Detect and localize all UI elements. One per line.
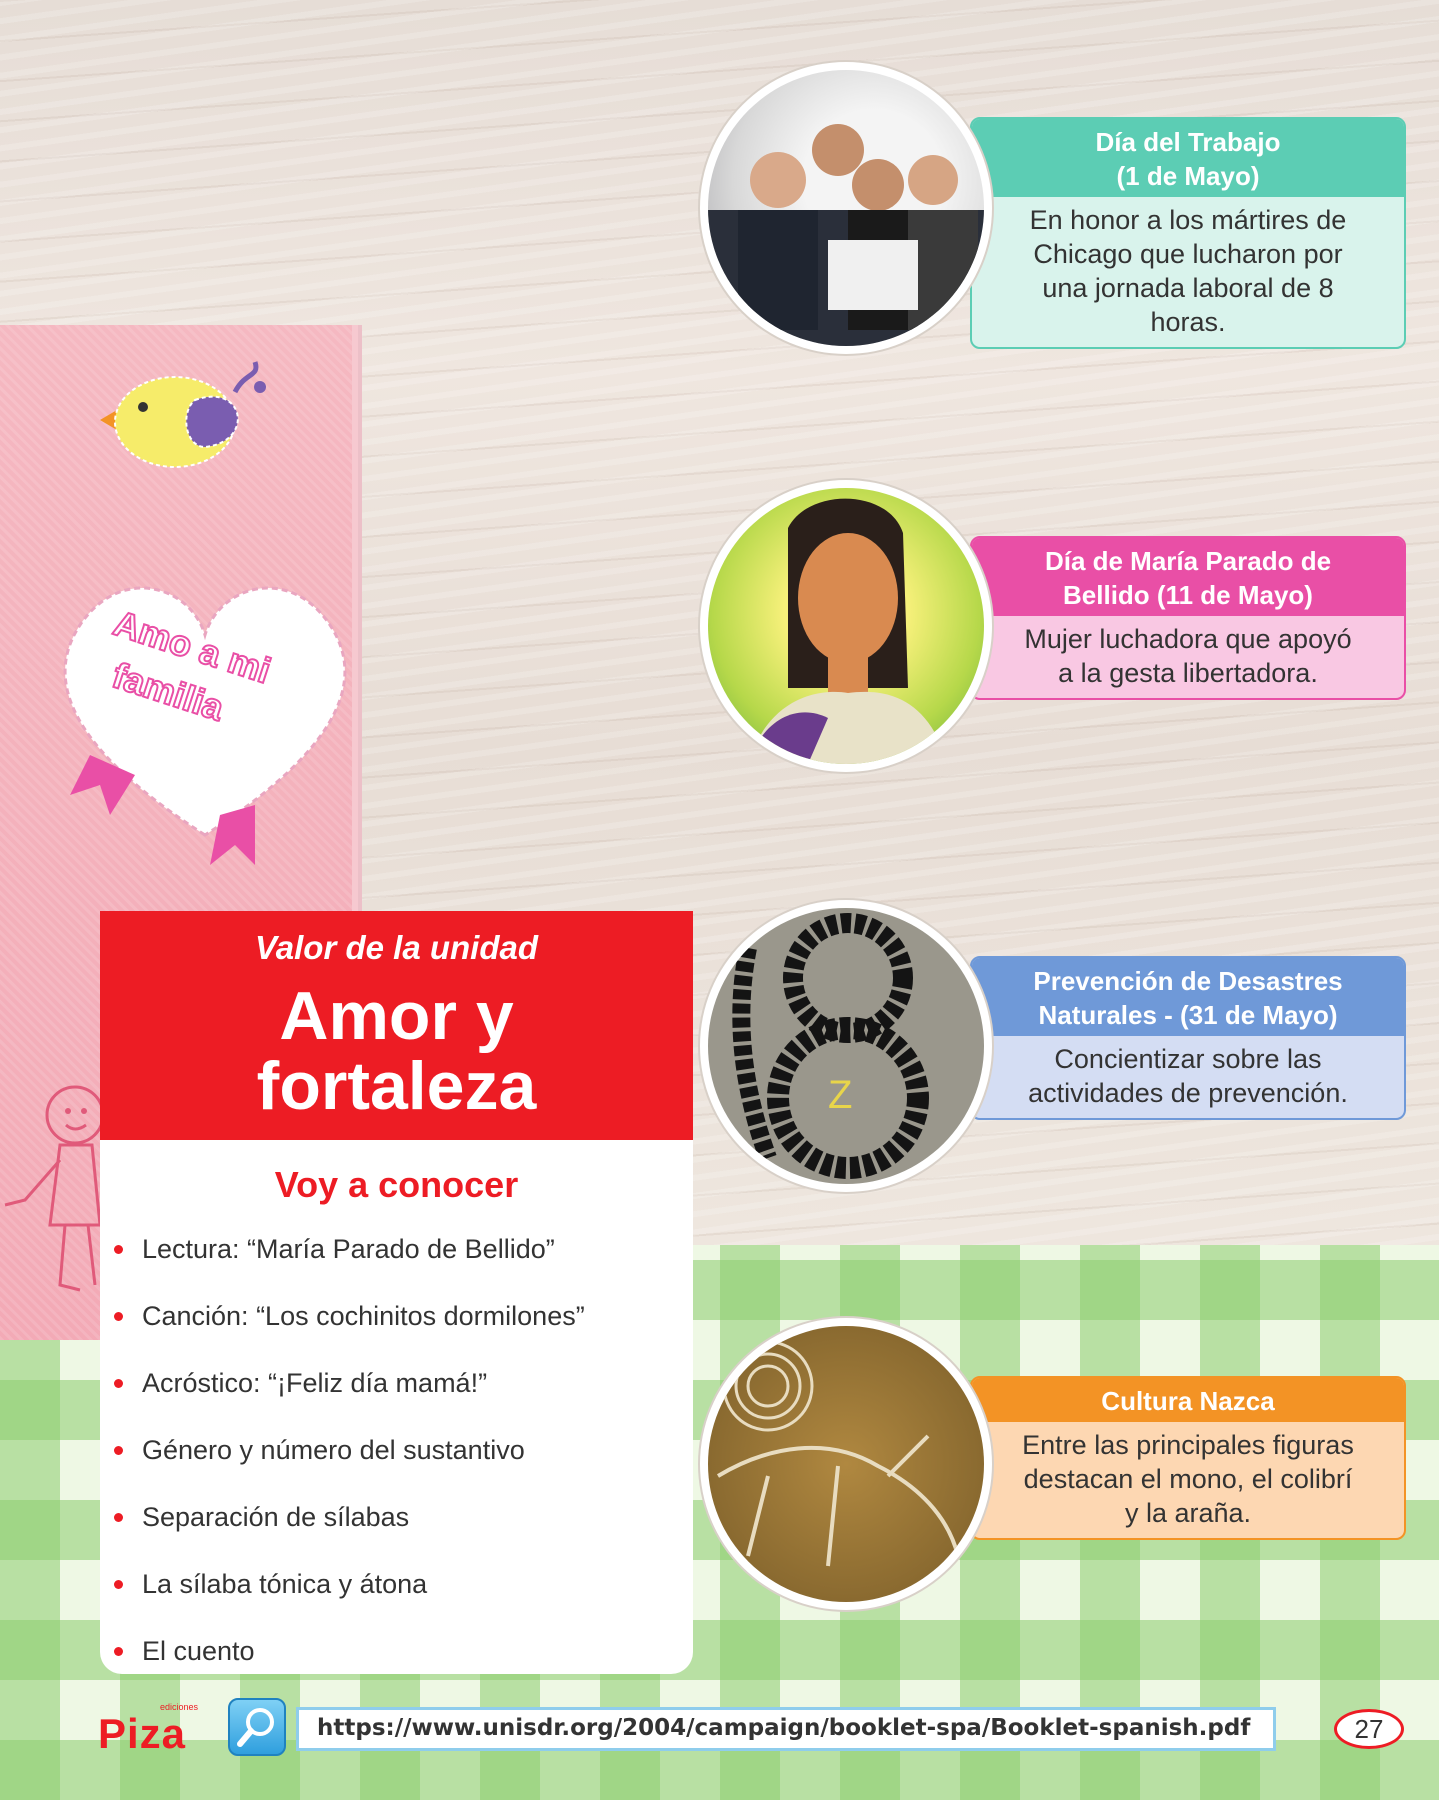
- event-title-line2: Bellido (11 de Mayo): [1063, 580, 1313, 610]
- event-title: Día del Trabajo (1 de Mayo): [972, 119, 1404, 197]
- topics-card: Voy a conocer Lectura: “María Parado de …: [100, 1134, 693, 1674]
- event-title-line1: Cultura Nazca: [1101, 1386, 1275, 1416]
- topic-item: El cuento: [114, 1634, 585, 1701]
- portrait-photo: [700, 480, 992, 772]
- unit-header-card: Valor de la unidad Amor y fortaleza: [100, 911, 693, 1134]
- event-title: Cultura Nazca: [972, 1378, 1404, 1422]
- event-title-line1: Prevención de Desastres: [1033, 966, 1343, 996]
- unit-title-line1: Amor y: [279, 978, 514, 1054]
- search-button[interactable]: [228, 1698, 286, 1756]
- office-workers-photo: [700, 62, 992, 354]
- topic-item: Canción: “Los cochinitos dormilones”: [114, 1299, 585, 1366]
- event-title-line2: Naturales - (31 de Mayo): [1038, 1000, 1338, 1030]
- event-title-line1: Día del Trabajo: [1095, 127, 1281, 157]
- event-body-line: Concientizar sobre las: [1054, 1044, 1322, 1074]
- url-text[interactable]: https://www.unisdr.org/2004/campaign/boo…: [317, 1715, 1250, 1741]
- students-drill-photo: Z: [700, 900, 992, 1192]
- topics-header: Voy a conocer: [274, 1164, 519, 1205]
- event-body-line: Mujer luchadora que apoyó: [1024, 624, 1352, 654]
- event-title-line2: (1 de Mayo): [1116, 161, 1260, 191]
- topic-item: Lectura: “María Parado de Bellido”: [114, 1232, 585, 1299]
- event-body-line: horas.: [1150, 307, 1226, 337]
- topic-item: Separación de sílabas: [114, 1500, 585, 1567]
- event-card-nazca: Cultura Nazca Entre las principales figu…: [970, 1376, 1406, 1540]
- unit-subtitle: Valor de la unidad: [255, 929, 538, 966]
- event-body: Entre las principales figuras destacan e…: [972, 1422, 1404, 1538]
- publisher-logo: ediciones Piza: [98, 1700, 203, 1757]
- event-card-prevencion: Prevención de Desastres Naturales - (31 …: [970, 956, 1406, 1120]
- unit-title: Amor y fortaleza: [100, 981, 693, 1121]
- svg-text:Z: Z: [828, 1073, 852, 1117]
- event-body-line: una jornada laboral de 8: [1042, 273, 1334, 303]
- event-body-line: destacan el mono, el colibrí: [1023, 1464, 1353, 1494]
- event-body: Concientizar sobre las actividades de pr…: [972, 1036, 1404, 1118]
- magnifier-icon: [237, 1708, 274, 1747]
- event-body-line: En honor a los mártires de: [1029, 205, 1347, 235]
- event-body: Mujer luchadora que apoyó a la gesta lib…: [972, 616, 1404, 698]
- event-body-line: Chicago que lucharon por: [1033, 239, 1343, 269]
- event-body-line: Entre las principales figuras: [1022, 1430, 1354, 1460]
- nazca-lines-photo: [700, 1318, 992, 1610]
- topic-item: La sílaba tónica y átona: [114, 1567, 585, 1634]
- event-body: En honor a los mártires de Chicago que l…: [972, 197, 1404, 347]
- event-body-line: a la gesta libertadora.: [1058, 658, 1318, 688]
- event-body-line: y la araña.: [1124, 1498, 1252, 1528]
- url-link[interactable]: https://www.unisdr.org/2004/campaign/boo…: [296, 1707, 1276, 1751]
- topic-item: Acróstico: “¡Feliz día mamá!”: [114, 1366, 585, 1433]
- event-card-trabajo: Día del Trabajo (1 de Mayo) En honor a l…: [970, 117, 1406, 349]
- event-title: Día de María Parado de Bellido (11 de Ma…: [972, 538, 1404, 616]
- event-title: Prevención de Desastres Naturales - (31 …: [972, 958, 1404, 1036]
- publisher-logo-text: Piza: [98, 1710, 187, 1757]
- event-card-maria-parado: Día de María Parado de Bellido (11 de Ma…: [970, 536, 1406, 700]
- bird-illustration-icon: [100, 361, 266, 468]
- topics-list: Lectura: “María Parado de Bellido” Canci…: [114, 1232, 585, 1701]
- heart-sticker-icon: Amo a mi familia: [63, 586, 347, 865]
- topic-item: Género y número del sustantivo: [114, 1433, 585, 1500]
- unit-title-line2: fortaleza: [256, 1048, 537, 1124]
- page-number: 27: [1334, 1709, 1404, 1749]
- event-title-line1: Día de María Parado de: [1044, 546, 1332, 576]
- event-body-line: actividades de prevención.: [1028, 1078, 1348, 1108]
